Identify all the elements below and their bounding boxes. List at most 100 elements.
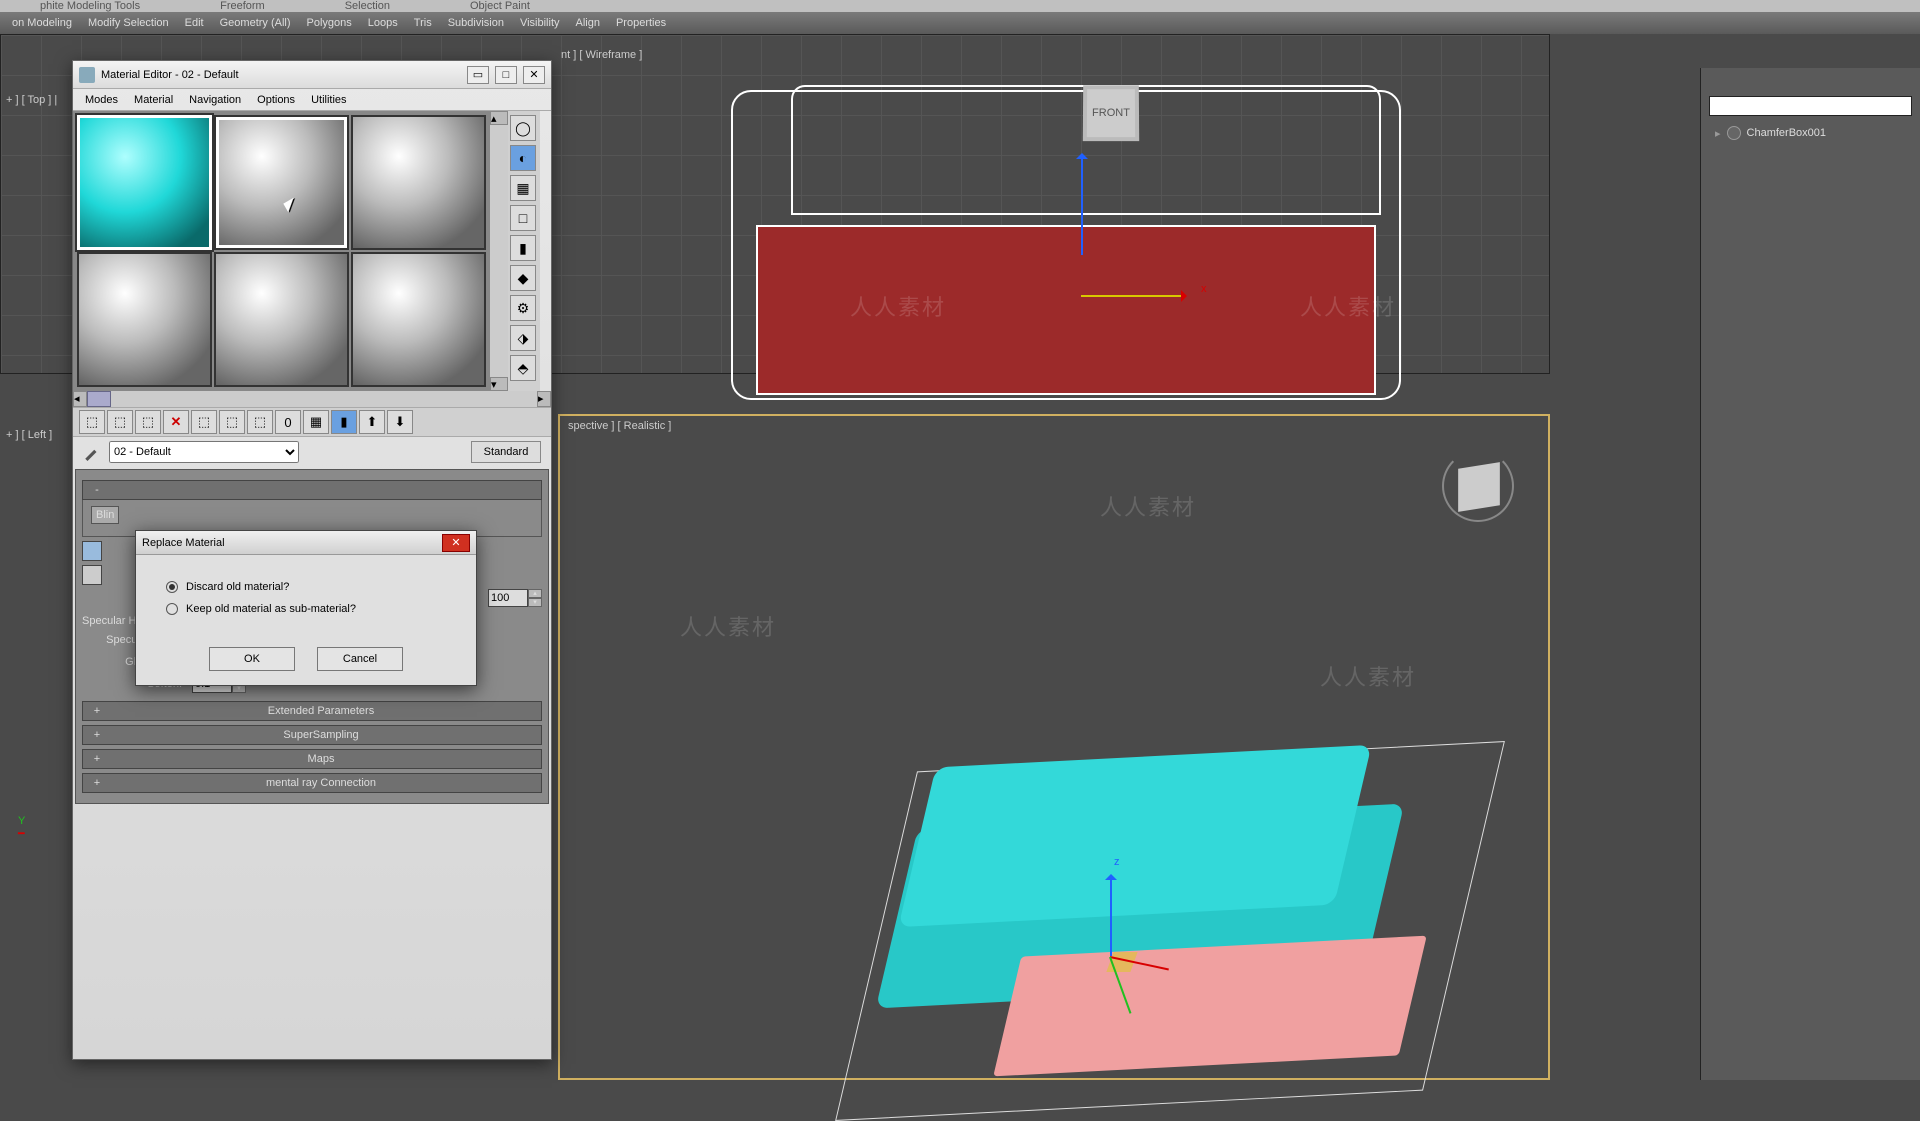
material-slots: [73, 111, 490, 391]
replace-material-dialog: Replace Material ✕ Discard old material?…: [135, 530, 477, 686]
menu-item[interactable]: Edit: [177, 14, 212, 32]
menu-item[interactable]: Navigation: [183, 92, 247, 108]
viewcube[interactable]: [1448, 456, 1508, 516]
select-by-material-icon[interactable]: ⬗: [510, 325, 536, 351]
material-slot-2[interactable]: [214, 115, 349, 250]
pick-material-icon[interactable]: [83, 443, 101, 461]
object-icon: [1727, 126, 1741, 140]
material-slot-4[interactable]: [77, 252, 212, 387]
scene-explorer: ▸ ChamferBox001: [1700, 68, 1920, 1080]
maximize-button[interactable]: □: [495, 66, 517, 84]
scene-search-input[interactable]: [1709, 96, 1912, 116]
app-icon: [79, 67, 95, 83]
ribbon-tab[interactable]: Object Paint: [460, 0, 540, 12]
make-copy-icon[interactable]: ⬚: [191, 410, 217, 434]
material-slot-5[interactable]: [214, 252, 349, 387]
viewport-mode-label[interactable]: nt ] [ Wireframe ]: [561, 49, 642, 61]
menu-item[interactable]: Loops: [360, 14, 406, 32]
video-color-icon[interactable]: ▮: [510, 235, 536, 261]
watermark: 人人素材: [1300, 290, 1396, 322]
material-name-row: 02 - Default Standard: [73, 437, 551, 467]
radio-option-keep[interactable]: Keep old material as sub-material?: [166, 603, 456, 615]
scene-item-label: ChamferBox001: [1747, 127, 1827, 139]
slots-hscroll[interactable]: ◂▸: [73, 391, 551, 407]
rollout-header[interactable]: +Extended Parameters: [82, 701, 542, 721]
material-editor-menu: Modes Material Navigation Options Utilit…: [73, 89, 551, 111]
material-type-button[interactable]: Standard: [471, 441, 541, 463]
assign-to-selection-icon[interactable]: ⬚: [135, 410, 161, 434]
ok-button[interactable]: OK: [209, 647, 295, 671]
opacity-input[interactable]: [488, 589, 528, 607]
rollout-header[interactable]: +Maps: [82, 749, 542, 769]
material-slot-6[interactable]: [351, 252, 486, 387]
material-name-dropdown[interactable]: 02 - Default: [109, 441, 299, 463]
options-icon[interactable]: ⚙: [510, 295, 536, 321]
viewcube[interactable]: FRONT: [1083, 85, 1139, 141]
make-unique-icon[interactable]: ⬚: [219, 410, 245, 434]
radio-option-discard[interactable]: Discard old material?: [166, 581, 456, 593]
watermark: 人人素材: [680, 610, 776, 642]
ribbon-tab[interactable]: Selection: [335, 0, 400, 12]
close-button[interactable]: ✕: [523, 66, 545, 84]
menu-item[interactable]: Modify Selection: [80, 14, 177, 32]
sample-uv-icon[interactable]: □: [510, 205, 536, 231]
menu-item[interactable]: Modes: [79, 92, 124, 108]
cancel-button[interactable]: Cancel: [317, 647, 403, 671]
dialog-close-button[interactable]: ✕: [442, 534, 470, 552]
dialog-title: Replace Material: [142, 537, 225, 549]
backlight-icon[interactable]: ◐: [510, 145, 536, 171]
menu-item[interactable]: on Modeling: [4, 14, 80, 32]
get-material-icon[interactable]: ⬚: [79, 410, 105, 434]
menu-item[interactable]: Properties: [608, 14, 674, 32]
menu-item[interactable]: Material: [128, 92, 179, 108]
rollout-header[interactable]: +mental ray Connection: [82, 773, 542, 793]
minimize-button[interactable]: ▭: [467, 66, 489, 84]
viewport-label-perspective[interactable]: spective ] [ Realistic ]: [568, 420, 671, 432]
menu-item[interactable]: Subdivision: [440, 14, 512, 32]
show-in-viewport-icon[interactable]: ▦: [303, 410, 329, 434]
window-titlebar[interactable]: Material Editor - 02 - Default ▭ □ ✕: [73, 61, 551, 89]
radio-label: Discard old material?: [186, 581, 289, 593]
material-side-toolbar: ◯ ◐ ▦ □ ▮ ◆ ⚙ ⬗ ⬘: [508, 111, 540, 391]
go-forward-icon[interactable]: ⬇: [387, 410, 413, 434]
slots-vscroll[interactable]: ▴▾: [490, 111, 508, 391]
ribbon-tab[interactable]: phite Modeling Tools: [30, 0, 150, 12]
material-map-navigator-icon[interactable]: ⬘: [510, 355, 536, 381]
rollout-header[interactable]: -: [82, 480, 542, 500]
ribbon-menu: on Modeling Modify Selection Edit Geomet…: [0, 12, 1920, 34]
radio-label: Keep old material as sub-material?: [186, 603, 356, 615]
material-id-icon[interactable]: 0: [275, 410, 301, 434]
menu-item[interactable]: Tris: [406, 14, 440, 32]
watermark: 人人素材: [1100, 490, 1196, 522]
mouse-cursor-icon: [285, 200, 299, 220]
menu-item[interactable]: Utilities: [305, 92, 352, 108]
make-preview-icon[interactable]: ◆: [510, 265, 536, 291]
scene-item[interactable]: ▸ ChamferBox001: [1701, 122, 1920, 144]
menu-item[interactable]: Visibility: [512, 14, 568, 32]
viewport-label-left[interactable]: + ] [ Left ]: [6, 429, 52, 441]
material-slot-3[interactable]: [351, 115, 486, 250]
sample-type-icon[interactable]: ◯: [510, 115, 536, 141]
background-icon[interactable]: ▦: [510, 175, 536, 201]
viewport-perspective[interactable]: spective ] [ Realistic ] z: [558, 414, 1550, 1080]
menu-item[interactable]: Geometry (All): [212, 14, 299, 32]
viewport-label-top[interactable]: + ] [ Top ] |: [6, 94, 57, 106]
watermark: 人人素材: [850, 290, 946, 322]
reset-map-icon[interactable]: ✕: [163, 410, 189, 434]
radio-icon: [166, 581, 178, 593]
put-to-library-icon[interactable]: ⬚: [247, 410, 273, 434]
menu-item[interactable]: Align: [568, 14, 608, 32]
ribbon-tab[interactable]: Freeform: [210, 0, 275, 12]
dialog-titlebar[interactable]: Replace Material ✕: [136, 531, 476, 555]
window-title: Material Editor - 02 - Default: [101, 69, 239, 81]
radio-icon: [166, 603, 178, 615]
show-end-result-icon[interactable]: ▮: [331, 410, 357, 434]
spinner-arrows[interactable]: ▴▾: [528, 589, 542, 607]
menu-item[interactable]: Polygons: [299, 14, 360, 32]
rollout-header[interactable]: +SuperSampling: [82, 725, 542, 745]
ribbon-tabs: phite Modeling Tools Freeform Selection …: [0, 0, 1920, 12]
material-slot-1[interactable]: [77, 115, 212, 250]
menu-item[interactable]: Options: [251, 92, 301, 108]
go-to-parent-icon[interactable]: ⬆: [359, 410, 385, 434]
put-to-scene-icon[interactable]: ⬚: [107, 410, 133, 434]
